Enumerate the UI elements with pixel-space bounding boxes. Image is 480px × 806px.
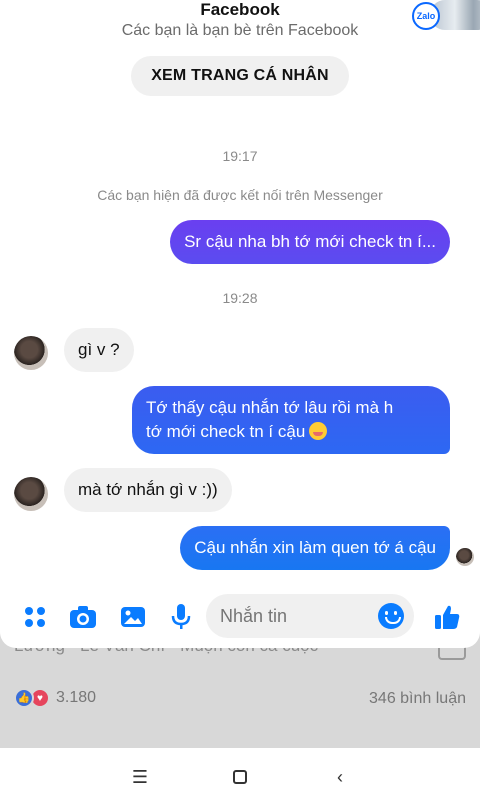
system-navbar: ☰ ‹ xyxy=(0,748,480,806)
home-button[interactable] xyxy=(220,770,260,784)
message-input-box[interactable] xyxy=(206,594,414,638)
message-outgoing[interactable]: Tớ thấy cậu nhắn tớ lâu rồi mà h tớ mới … xyxy=(132,386,450,454)
contact-avatar[interactable] xyxy=(14,336,48,370)
background-feed: Lương · Lê Văn Chí · Muộn còn cả cuộc 👍 … xyxy=(0,630,480,750)
reaction-summary[interactable]: 👍 ♥ 3.180 xyxy=(14,688,96,708)
message-line: Tớ thấy cậu nhắn tớ lâu rồi mà h xyxy=(146,398,394,417)
reaction-count: 3.180 xyxy=(56,689,97,706)
view-profile-button[interactable]: XEM TRANG CÁ NHÂN xyxy=(131,56,349,96)
message-input[interactable] xyxy=(220,606,370,627)
emoji-icon xyxy=(309,422,328,440)
camera-icon[interactable] xyxy=(68,602,98,632)
friendship-note: Các bạn là bạn bè trên Facebook xyxy=(121,22,359,39)
message-outgoing[interactable]: Sr cậu nha bh tớ mới check tn í... xyxy=(170,220,450,264)
recent-apps-button[interactable]: ☰ xyxy=(120,767,160,788)
connection-note: Các bạn hiện đã được kết nối trên Messen… xyxy=(97,187,383,203)
zalo-chat-head[interactable]: Zalo xyxy=(412,0,480,32)
message-incoming[interactable]: gì v ? xyxy=(64,328,134,372)
like-icon[interactable] xyxy=(432,602,462,632)
timestamp: 19:17 xyxy=(222,148,258,164)
microphone-icon[interactable] xyxy=(166,602,196,632)
seen-indicator-avatar xyxy=(456,548,474,566)
like-reaction-icon: 👍 xyxy=(14,688,34,708)
emoji-icon[interactable] xyxy=(378,603,404,629)
chat-sheet: Facebook Các bạn là bạn bè trên Facebook… xyxy=(0,0,480,648)
message-incoming[interactable]: mà tớ nhắn gì v :)) xyxy=(64,468,232,512)
comment-count[interactable]: 346 bình luận xyxy=(369,690,466,708)
back-button[interactable]: ‹ xyxy=(320,767,360,788)
message-composer xyxy=(0,592,480,642)
home-icon xyxy=(233,770,247,784)
message-outgoing[interactable]: Cậu nhắn xin làm quen tớ á cậu xyxy=(180,526,450,570)
message-line-text: tớ mới check tn í cậu xyxy=(146,422,306,441)
contact-source-title: Facebook xyxy=(200,0,280,19)
zalo-icon: Zalo xyxy=(412,2,440,30)
contact-avatar[interactable] xyxy=(14,477,48,511)
apps-icon[interactable] xyxy=(20,602,50,632)
message-line-with-emoji: tớ mới check tn í cậu xyxy=(146,420,436,444)
image-icon[interactable] xyxy=(118,602,148,632)
timestamp: 19:28 xyxy=(222,290,258,306)
